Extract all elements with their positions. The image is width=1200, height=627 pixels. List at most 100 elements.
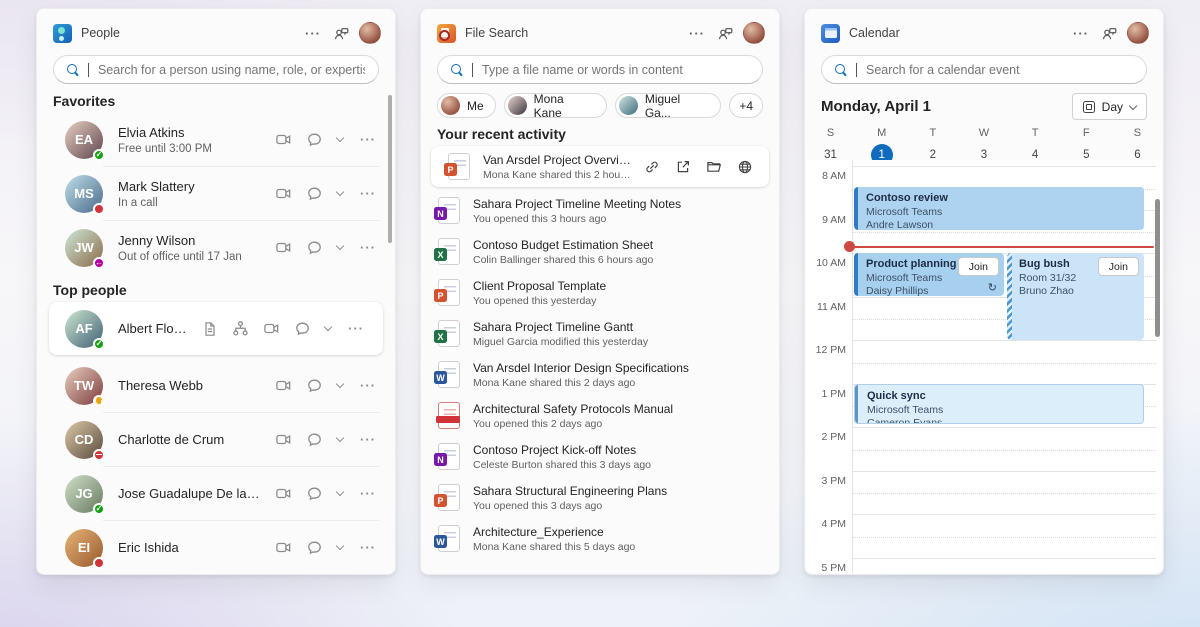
video-call-icon[interactable] (275, 131, 292, 148)
scrollbar[interactable] (1155, 199, 1160, 337)
file-meta: You opened this 2 days ago (473, 418, 767, 430)
calendar-search-input[interactable]: Search for a calendar event (821, 55, 1147, 84)
file-search-input[interactable]: Type a file name or words in content (437, 55, 763, 84)
chat-icon[interactable] (306, 377, 323, 394)
chevron-down-icon[interactable] (336, 188, 344, 196)
file-row[interactable]: Contoso Budget Estimation Sheet Colin Ba… (421, 231, 779, 272)
person-avatar: TW (65, 367, 103, 405)
pdf-file-icon (438, 402, 460, 429)
more-options-icon[interactable]: ··· (686, 25, 708, 42)
more-actions-icon[interactable]: ··· (357, 131, 379, 148)
more-actions-icon[interactable]: ··· (357, 539, 379, 556)
chevron-down-icon[interactable] (336, 242, 344, 250)
more-actions-icon[interactable]: ··· (357, 485, 379, 502)
person-filter-pill[interactable]: Miguel Ga... (615, 93, 721, 118)
scrollbar[interactable] (388, 95, 392, 243)
chat-icon[interactable] (306, 239, 323, 256)
file-row[interactable]: Van Arsdel Interior Design Specification… (421, 354, 779, 395)
chevron-down-icon[interactable] (336, 542, 344, 550)
person-row[interactable]: EI Eric Ishida ··· (37, 521, 395, 574)
file-row[interactable]: Sahara Project Timeline Gantt Miguel Gar… (421, 313, 779, 354)
more-actions-icon[interactable]: ··· (357, 431, 379, 448)
join-button[interactable]: Join (958, 257, 999, 276)
file-meta: Miguel Garcia modified this yesterday (473, 336, 767, 348)
person-row[interactable]: MS Mark Slattery In a call ··· (37, 167, 395, 220)
more-actions-icon[interactable]: ··· (357, 377, 379, 394)
person-row[interactable]: EA Elvia Atkins Free until 3:00 PM ··· (37, 113, 395, 166)
powerpoint-file-icon (448, 153, 470, 180)
featured-person-card[interactable]: AF Albert Flores ··· (49, 302, 383, 355)
chevron-down-icon[interactable] (324, 323, 332, 331)
people-feedback-icon[interactable] (333, 25, 350, 42)
join-button[interactable]: Join (1098, 257, 1139, 276)
file-row[interactable]: Architecture_Experience Mona Kane shared… (421, 518, 779, 559)
more-options-icon[interactable]: ··· (302, 25, 324, 42)
people-feedback-icon[interactable] (1101, 25, 1118, 42)
video-call-icon[interactable] (275, 185, 292, 202)
user-avatar[interactable] (359, 22, 381, 44)
more-options-icon[interactable]: ··· (1070, 25, 1092, 42)
people-search-input[interactable]: Search for a person using name, role, or… (53, 55, 379, 84)
video-call-icon[interactable] (263, 320, 280, 337)
share-icon[interactable] (675, 159, 691, 175)
recent-activity-label: Your recent activity (437, 126, 763, 142)
file-row[interactable]: Contoso Project Kick-off Notes Celeste B… (421, 436, 779, 477)
person-avatar: AF (65, 310, 103, 348)
people-app-icon (53, 24, 72, 43)
video-call-icon[interactable] (275, 485, 292, 502)
video-call-icon[interactable] (275, 239, 292, 256)
person-filter-pill[interactable]: Mona Kane (504, 93, 607, 118)
featured-file-card[interactable]: Van Arsdel Project Overview... Mona Kane… (431, 146, 769, 187)
person-row[interactable]: JW Jenny Wilson Out of office until 17 J… (37, 221, 395, 274)
user-avatar[interactable] (1127, 22, 1149, 44)
event-quick-sync[interactable]: Quick sync Microsoft Teams Cameron Evans (854, 384, 1144, 424)
file-row[interactable]: Client Proposal Template You opened this… (421, 272, 779, 313)
file-row[interactable]: Sahara Structural Engineering Plans You … (421, 477, 779, 518)
hour-row: 3 PM (852, 471, 1156, 472)
presence-available-icon (93, 149, 105, 161)
favorites-section-label: Favorites (53, 93, 379, 109)
person-avatar: JG (65, 475, 103, 513)
chat-icon[interactable] (294, 320, 311, 337)
video-call-icon[interactable] (275, 377, 292, 394)
user-avatar[interactable] (743, 22, 765, 44)
file-meta: Mona Kane shared this 2 days ago (473, 377, 767, 389)
search-icon (835, 64, 847, 76)
chevron-down-icon[interactable] (336, 134, 344, 142)
video-call-icon[interactable] (275, 431, 292, 448)
open-folder-icon[interactable] (706, 159, 722, 175)
chat-icon[interactable] (306, 185, 323, 202)
file-row[interactable]: Sahara Project Timeline Meeting Notes Yo… (421, 190, 779, 231)
chevron-down-icon[interactable] (336, 488, 344, 496)
chat-icon[interactable] (306, 485, 323, 502)
person-row[interactable]: CD Charlotte de Crum ··· (37, 413, 395, 466)
more-actions-icon[interactable]: ··· (357, 239, 379, 256)
document-icon[interactable] (202, 321, 218, 337)
person-row[interactable]: JG Jose Guadalupe De la Torre ··· (37, 467, 395, 520)
file-meta: Mona Kane shared this 2 hours ago (483, 169, 631, 181)
more-actions-icon[interactable]: ··· (357, 185, 379, 202)
people-feedback-icon[interactable] (717, 25, 734, 42)
person-filter-pill[interactable]: Me (437, 93, 496, 118)
file-meta: You opened this 3 hours ago (473, 213, 767, 225)
text-caret (856, 63, 857, 77)
chevron-down-icon[interactable] (336, 434, 344, 442)
chat-icon[interactable] (306, 131, 323, 148)
day-schedule-grid[interactable]: 8 AM 9 AM 10 AM 11 AM 12 PM 1 PM 2 PM 3 … (806, 160, 1162, 573)
chat-icon[interactable] (306, 431, 323, 448)
file-row[interactable]: Architectural Safety Protocols Manual Yo… (421, 395, 779, 436)
person-row[interactable]: TW Theresa Webb ··· (37, 359, 395, 412)
globe-icon[interactable] (737, 159, 753, 175)
event-bug-bush[interactable]: Bug bush Room 31/32 Bruno Zhao Join (1007, 253, 1144, 340)
copy-link-icon[interactable] (644, 159, 660, 175)
chat-icon[interactable] (306, 539, 323, 556)
event-product-planning[interactable]: Product planning Microsoft Teams Daisy P… (854, 253, 1004, 296)
video-call-icon[interactable] (275, 539, 292, 556)
more-actions-icon[interactable]: ··· (345, 320, 367, 337)
org-chart-icon[interactable] (232, 320, 249, 337)
event-contoso-review[interactable]: Contoso review Microsoft Teams Andre Law… (854, 187, 1144, 230)
event-organizer: Bruno Zhao (1019, 285, 1136, 297)
chevron-down-icon[interactable] (336, 380, 344, 388)
more-people-pill[interactable]: +4 (729, 93, 763, 118)
day-view-button[interactable]: Day (1072, 93, 1147, 120)
